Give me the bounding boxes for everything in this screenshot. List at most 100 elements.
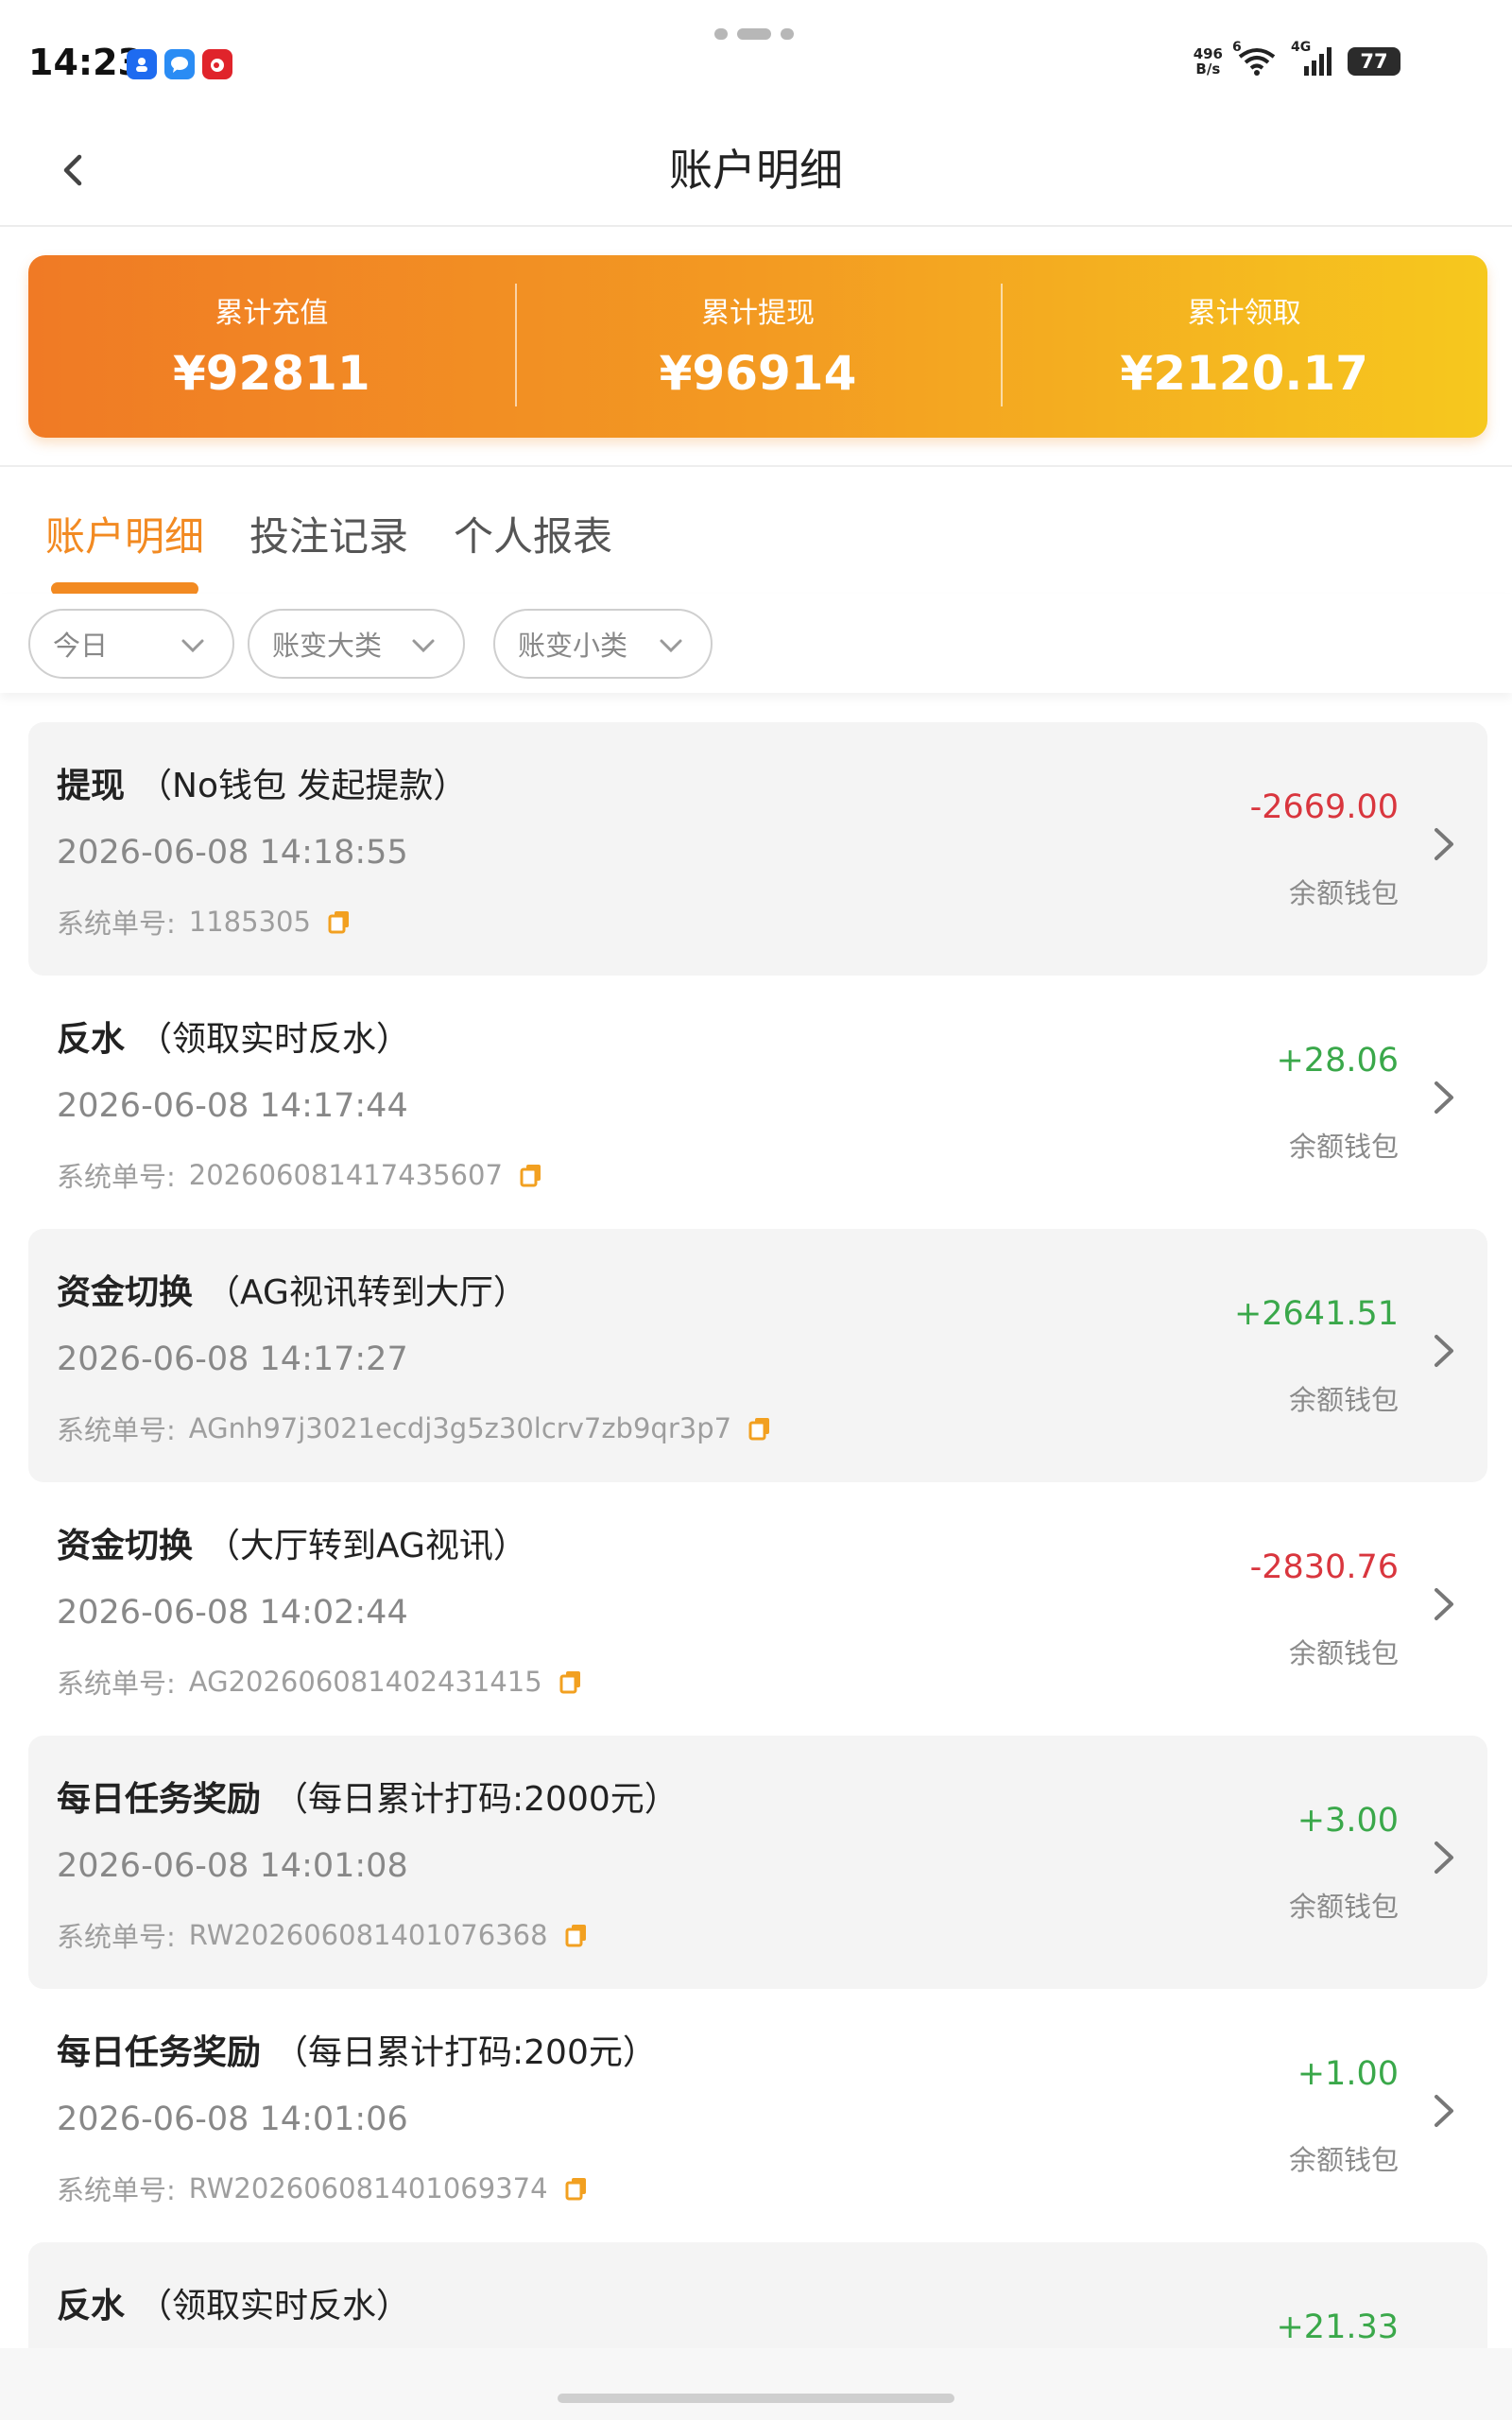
filter-date-dropdown[interactable]: 今日 <box>28 609 234 679</box>
record-item[interactable]: 资金切换 （AG视讯转到大厅） 2026-06-08 14:17:27 系统单号:… <box>28 1229 1487 1482</box>
order-number: AGnh97j3021ecdj3g5z30lcrv7zb9qr3p7 <box>188 1412 732 1444</box>
record-wallet: 余额钱包 <box>1288 1891 1399 1923</box>
tab-bet-records[interactable]: 投注记录 <box>249 505 408 562</box>
tab-account-details[interactable]: 账户明细 <box>45 505 204 562</box>
order-label: 系统单号: <box>57 1668 176 1700</box>
chevron-right-icon[interactable] <box>1427 1074 1461 1121</box>
chat-app-icon <box>164 49 195 79</box>
weibo-app-icon <box>202 49 232 79</box>
copy-icon[interactable] <box>565 1923 588 1947</box>
stat-label: 累计充值 <box>215 297 329 330</box>
copy-icon[interactable] <box>559 1669 582 1694</box>
chevron-right-icon[interactable] <box>1427 2087 1461 2135</box>
record-description: （每日累计打码:200元） <box>274 2033 657 2072</box>
profile-app-icon <box>127 49 157 79</box>
order-label: 系统单号: <box>57 1921 176 1953</box>
record-description: （领取实时反水） <box>138 2287 411 2325</box>
filter-label: 账变大类 <box>272 630 383 662</box>
network-speed: 496 B/s <box>1193 45 1223 78</box>
status-indicators: 496 B/s 6 4G 77 <box>1193 40 1400 78</box>
order-number: AG202606081402431415 <box>188 1666 542 1698</box>
order-number: RW202606081401069374 <box>188 2172 548 2204</box>
order-label: 系统单号: <box>57 2174 176 2206</box>
order-number: RW202606081401076368 <box>188 1919 548 1951</box>
record-title: 资金切换 （大厅转到AG视讯） <box>57 1518 527 1567</box>
record-time: 2026-06-08 14:17:27 <box>57 1340 408 1378</box>
record-type: 反水 <box>57 2287 126 2325</box>
stat-label: 累计领取 <box>1187 297 1301 330</box>
record-order-row: 系统单号: 1185305 <box>57 902 351 942</box>
record-item[interactable]: 提现 （No钱包 发起提款） 2026-06-08 14:18:55 系统单号: … <box>28 722 1487 976</box>
chevron-right-icon[interactable] <box>1427 1834 1461 1881</box>
status-time: 14:23 <box>28 42 143 83</box>
chevron-right-icon[interactable] <box>1427 2341 1461 2348</box>
record-item[interactable]: 每日任务奖励 （每日累计打码:2000元） 2026-06-08 14:01:08… <box>28 1736 1487 1989</box>
record-title: 资金切换 （AG视讯转到大厅） <box>57 1265 527 1314</box>
record-wallet: 余额钱包 <box>1288 1384 1399 1416</box>
record-description: （领取实时反水） <box>138 1020 411 1059</box>
account-details-page: 14:23 496 B/s 6 4G 77 账户明细 累计充值 ¥92811 累… <box>0 0 1512 2420</box>
record-type: 资金切换 <box>57 1273 194 1312</box>
order-label: 系统单号: <box>57 1414 176 1446</box>
stat-value: ¥96914 <box>659 346 857 401</box>
record-title: 每日任务奖励 （每日累计打码:200元） <box>57 2025 657 2074</box>
record-time: 2026-06-08 14:17:44 <box>57 1087 408 1125</box>
filter-bar: 今日 账变大类 账变小类 <box>0 594 1512 693</box>
record-time: 2026-06-08 14:01:06 <box>57 2100 408 2138</box>
order-number: 1185305 <box>188 906 311 938</box>
record-amount: -2669.00 <box>1249 788 1399 826</box>
chevron-right-icon[interactable] <box>1427 821 1461 868</box>
record-description: （大厅转到AG视讯） <box>206 1527 527 1565</box>
record-item[interactable]: 每日任务奖励 （每日累计打码:200元） 2026-06-08 14:01:06 … <box>28 1989 1487 2242</box>
page-title: 账户明细 <box>669 145 843 196</box>
record-order-row: 系统单号: 202606081417435607 <box>57 1155 542 1195</box>
record-type: 每日任务奖励 <box>57 1780 262 1819</box>
record-type: 每日任务奖励 <box>57 2033 262 2072</box>
chevron-right-icon[interactable] <box>1427 1581 1461 1628</box>
record-amount: +1.00 <box>1297 2055 1399 2093</box>
tab-bar: 账户明细 投注记录 个人报表 <box>0 465 1512 596</box>
record-wallet: 余额钱包 <box>1288 1637 1399 1669</box>
record-title: 反水 （领取实时反水） <box>57 1011 410 1061</box>
copy-icon[interactable] <box>748 1416 771 1441</box>
record-item[interactable]: 反水（领取实时反水） 系统单号: +21.33 <box>28 2242 1487 2348</box>
copy-icon[interactable] <box>520 1163 542 1187</box>
record-description: （每日累计打码:2000元） <box>274 1780 679 1819</box>
copy-icon[interactable] <box>565 2176 588 2201</box>
chevron-right-icon[interactable] <box>1427 1327 1461 1374</box>
copy-icon[interactable] <box>328 909 351 934</box>
record-wallet: 余额钱包 <box>1288 877 1399 909</box>
cellular-signal-icon: 4G <box>1291 40 1334 78</box>
filter-subcategory-dropdown[interactable]: 账变小类 <box>493 609 713 679</box>
status-bar: 14:23 496 B/s 6 4G 77 <box>0 0 1512 123</box>
battery-icon: 77 <box>1348 47 1400 76</box>
record-type: 提现 <box>57 767 126 805</box>
record-order-row: 系统单号: AG202606081402431415 <box>57 1662 582 1702</box>
record-type: 反水 <box>57 1020 126 1059</box>
record-type: 资金切换 <box>57 1527 194 1565</box>
record-order-row: 系统单号: RW202606081401076368 <box>57 1915 588 1955</box>
filter-category-dropdown[interactable]: 账变大类 <box>248 609 465 679</box>
record-amount: -2830.76 <box>1249 1548 1399 1586</box>
record-order-row: 系统单号: RW202606081401069374 <box>57 2169 588 2208</box>
stat-label: 累计提现 <box>701 297 815 330</box>
stat-value: ¥2120.17 <box>1120 346 1368 401</box>
stat-total-deposit: 累计充值 ¥92811 <box>28 255 515 438</box>
record-title: 反水 （领取实时反水） <box>57 2278 410 2327</box>
order-label: 系统单号: <box>57 1161 176 1193</box>
record-wallet: 余额钱包 <box>1288 2144 1399 2176</box>
record-item[interactable]: 资金切换 （大厅转到AG视讯） 2026-06-08 14:02:44 系统单号:… <box>28 1482 1487 1736</box>
record-title: 每日任务奖励 （每日累计打码:2000元） <box>57 1772 679 1821</box>
record-description: （AG视讯转到大厅） <box>206 1273 527 1312</box>
order-label: 系统单号: <box>57 908 176 940</box>
bottom-safe-area <box>0 2348 1512 2420</box>
record-item[interactable]: 反水 （领取实时反水） 2026-06-08 14:17:44 系统单号: 202… <box>28 976 1487 1229</box>
record-time: 2026-06-08 14:18:55 <box>57 834 408 872</box>
record-description: （No钱包 发起提款） <box>138 767 468 805</box>
tab-personal-report[interactable]: 个人报表 <box>454 505 612 562</box>
filter-label: 账变小类 <box>518 630 628 662</box>
record-time: 2026-06-08 14:02:44 <box>57 1594 408 1632</box>
record-time: 2026-06-08 14:01:08 <box>57 1847 408 1885</box>
record-list: 提现 （No钱包 发起提款） 2026-06-08 14:18:55 系统单号: … <box>28 722 1487 2348</box>
home-indicator[interactable] <box>558 2394 954 2403</box>
